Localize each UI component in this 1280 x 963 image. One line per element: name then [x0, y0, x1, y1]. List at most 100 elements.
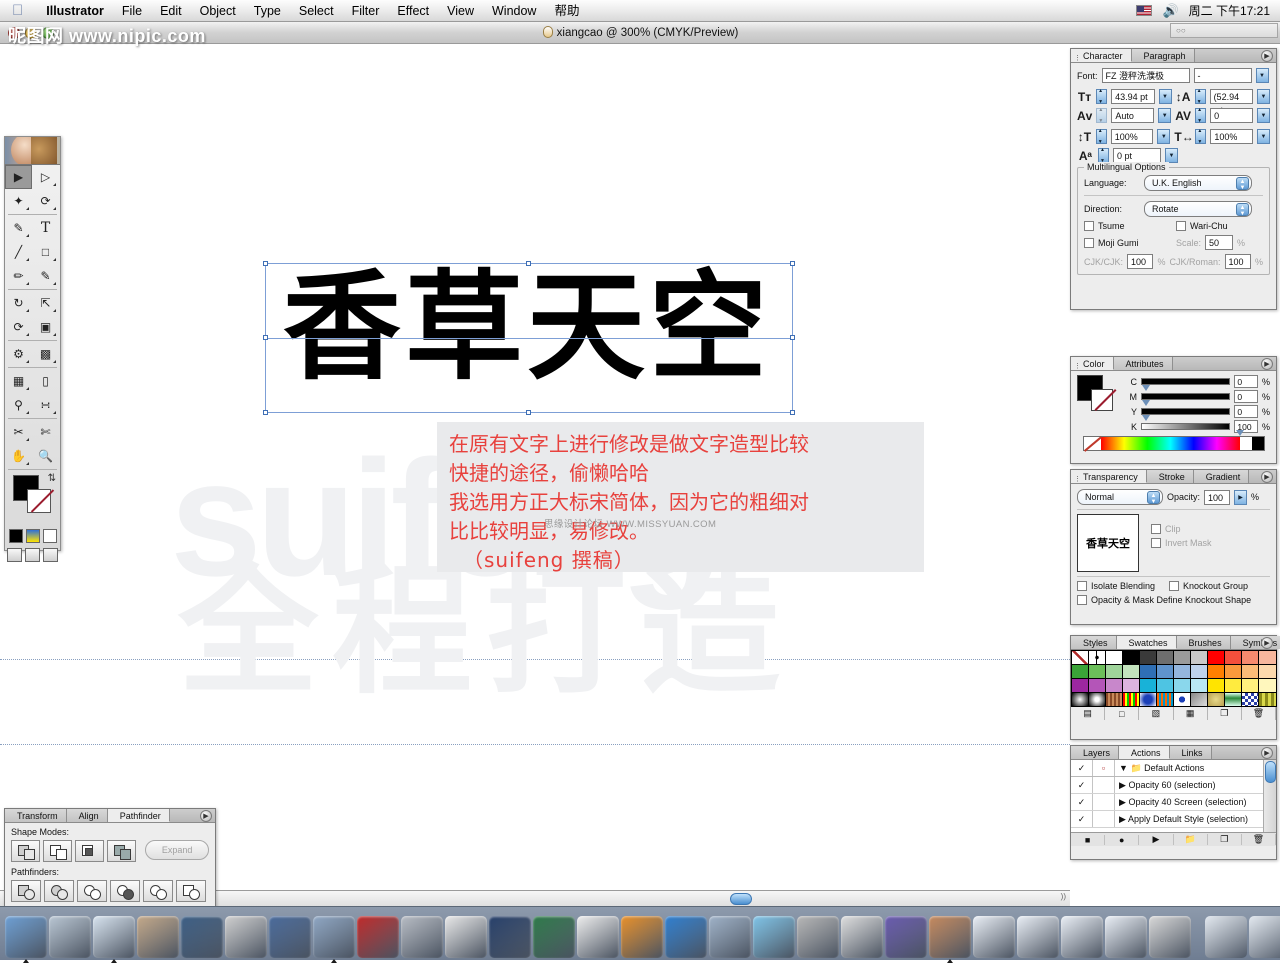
channel-value-y[interactable]: 0 — [1234, 405, 1258, 418]
tab-stroke[interactable]: Stroke — [1146, 470, 1194, 483]
play-current-selection-icon[interactable]: ▶ — [1139, 834, 1174, 845]
menu-item-window[interactable]: Window — [483, 0, 545, 22]
pen-tool[interactable]: ✎ — [5, 216, 32, 240]
spectrum-ramp[interactable] — [1101, 437, 1240, 450]
selection-handle-tr[interactable] — [790, 261, 795, 266]
scale-tool[interactable]: ⇱ — [32, 291, 59, 315]
tab-actions[interactable]: Actions — [1119, 746, 1170, 759]
symbol-sprayer-tool[interactable]: ⚙ — [5, 342, 32, 366]
tab-character[interactable]: ⋮ Character — [1071, 49, 1132, 62]
pathfinder-palette-menu-icon[interactable]: ▶ — [200, 810, 212, 822]
tab-attributes[interactable]: Attributes — [1113, 357, 1173, 370]
transparency-palette[interactable]: ⋮ Transparency Stroke Gradient ▶ Normal ▲ ▼… — [1070, 469, 1277, 625]
font-size-dropdown[interactable]: ▼ — [1158, 89, 1172, 104]
color-slider-k[interactable]: K 100 % — [1129, 420, 1270, 436]
new-swatch-icon[interactable]: ❐ — [1208, 707, 1242, 720]
color-swatch[interactable] — [1224, 663, 1243, 679]
expand-triangle-icon-2[interactable]: ▶ — [1119, 797, 1126, 807]
layers-palette-menu-icon[interactable]: ▶ — [1261, 747, 1273, 759]
swatches-palette-menu-icon[interactable]: ▶ — [1261, 637, 1273, 649]
tab-transparency[interactable]: ⋮ Transparency — [1071, 470, 1147, 483]
transparency-palette-tabs[interactable]: ⋮ Transparency Stroke Gradient ▶ — [1071, 470, 1276, 484]
horizontal-scale-stepper[interactable] — [1195, 128, 1207, 145]
color-swatch[interactable] — [1087, 663, 1106, 679]
color-swatch[interactable] — [1258, 677, 1277, 693]
channel-value-m[interactable]: 0 — [1234, 390, 1258, 403]
chevron-updown-icon-2[interactable]: ▲ ▼ — [1236, 203, 1249, 217]
color-swatch[interactable] — [1070, 649, 1089, 665]
delete-swatch-icon[interactable]: 🗑 — [1242, 707, 1277, 720]
expand-button[interactable]: Expand — [145, 840, 209, 860]
font-family-field[interactable]: FZ 澄秤洗濮极 — [1101, 68, 1190, 83]
apple-app-icon[interactable] — [841, 916, 883, 958]
slider-track-k[interactable] — [1141, 423, 1245, 436]
color-swatch[interactable] — [1241, 649, 1260, 665]
merge-button[interactable] — [77, 880, 107, 902]
full-screen-with-menubar-button[interactable] — [25, 548, 40, 562]
iphoto-icon[interactable] — [137, 916, 179, 958]
menu-item-edit[interactable]: Edit — [151, 0, 191, 22]
color-swatch[interactable] — [1258, 649, 1277, 665]
selection-handle-bc[interactable] — [526, 410, 531, 415]
actions-footer[interactable]: ■ ● ▶ 📁 ❐ 🗑 — [1071, 832, 1277, 846]
sticky-blue-icon[interactable] — [973, 916, 1015, 958]
sticky-teal-icon[interactable] — [1061, 916, 1103, 958]
cjkroman-field[interactable]: 100 — [1224, 254, 1251, 269]
us-flag-icon[interactable] — [1136, 5, 1153, 16]
pencil-tool[interactable]: ✎ — [32, 264, 59, 288]
pattern-swatch[interactable] — [1087, 691, 1106, 707]
system-prefs-icon[interactable] — [797, 916, 839, 958]
color-swatch[interactable] — [1087, 649, 1106, 665]
color-swatch[interactable] — [1070, 677, 1089, 693]
color-swatch[interactable] — [1173, 663, 1192, 679]
color-swatch[interactable] — [1138, 649, 1157, 665]
pattern-swatch[interactable] — [1207, 691, 1226, 707]
selection-bounding-box[interactable] — [263, 261, 795, 415]
action-enabled-checkbox-3[interactable]: ✓ — [1071, 811, 1093, 827]
preview-icon[interactable] — [709, 916, 751, 958]
leading-field[interactable]: (52.94 pt) — [1209, 89, 1253, 116]
expand-triangle-icon-1[interactable]: ▶ — [1119, 780, 1126, 790]
standard-screen-mode-button[interactable] — [7, 548, 22, 562]
selection-handle-mr[interactable] — [790, 335, 795, 340]
tab-paragraph[interactable]: Paragraph — [1131, 49, 1195, 62]
color-swatch[interactable] — [1190, 649, 1209, 665]
swatches-palette-tabs[interactable]: Styles Swatches Brushes Symbols ▶ — [1071, 636, 1280, 650]
hand-tool[interactable]: ✋ — [5, 444, 32, 468]
pattern-swatch[interactable] — [1155, 691, 1174, 707]
pattern-swatch[interactable] — [1258, 691, 1277, 707]
slider-knob-k[interactable] — [1236, 430, 1245, 436]
action-dialog-toggle-3[interactable] — [1093, 811, 1115, 827]
pattern-swatch[interactable] — [1190, 691, 1209, 707]
fill-stroke-controls[interactable]: ⇅ — [5, 471, 60, 527]
menu-item-object[interactable]: Object — [191, 0, 245, 22]
mesh-tool[interactable]: ▦ — [5, 369, 32, 393]
baseline-shift-field[interactable]: 0 pt — [1113, 148, 1161, 163]
warp-tool[interactable]: ⟳ — [5, 315, 32, 339]
pathfinder-palette[interactable]: Transform Align Pathfinder ▶ Shape Modes… — [4, 808, 216, 912]
color-swatch[interactable] — [1104, 677, 1123, 693]
font-size-field[interactable]: 43.94 pt — [1111, 89, 1155, 104]
swatches-palette[interactable]: Styles Swatches Brushes Symbols ▶ ▤ □ ▧ … — [1070, 635, 1280, 740]
color-slider-m[interactable]: M 0 % — [1129, 390, 1270, 406]
pathfinder-palette-tabs[interactable]: Transform Align Pathfinder ▶ — [5, 809, 215, 823]
clip-checkbox[interactable] — [1151, 524, 1161, 534]
sticky-navy-icon[interactable] — [1017, 916, 1059, 958]
dock[interactable] — [0, 906, 1280, 963]
crop-button[interactable] — [110, 880, 140, 902]
slider-knob-y[interactable] — [1142, 415, 1151, 421]
color-swatch[interactable] — [1190, 663, 1209, 679]
color-swatch[interactable] — [1207, 649, 1226, 665]
isolate-blending-checkbox[interactable] — [1077, 581, 1087, 591]
type-tool[interactable]: T — [32, 216, 59, 240]
color-swatch[interactable] — [1241, 663, 1260, 679]
delete-action-icon[interactable]: 🗑 — [1242, 834, 1277, 845]
menu-item-type[interactable]: Type — [245, 0, 290, 22]
language-select[interactable]: U.K. English ▲ ▼ — [1144, 175, 1252, 191]
screen-mode-buttons[interactable] — [5, 545, 60, 566]
vertical-scale-stepper[interactable] — [1095, 128, 1107, 145]
transparency-palette-menu-icon[interactable]: ▶ — [1261, 471, 1273, 483]
color-swatch[interactable] — [1138, 677, 1157, 693]
idvd-icon[interactable] — [225, 916, 267, 958]
scale-field[interactable]: 50 — [1205, 235, 1234, 250]
